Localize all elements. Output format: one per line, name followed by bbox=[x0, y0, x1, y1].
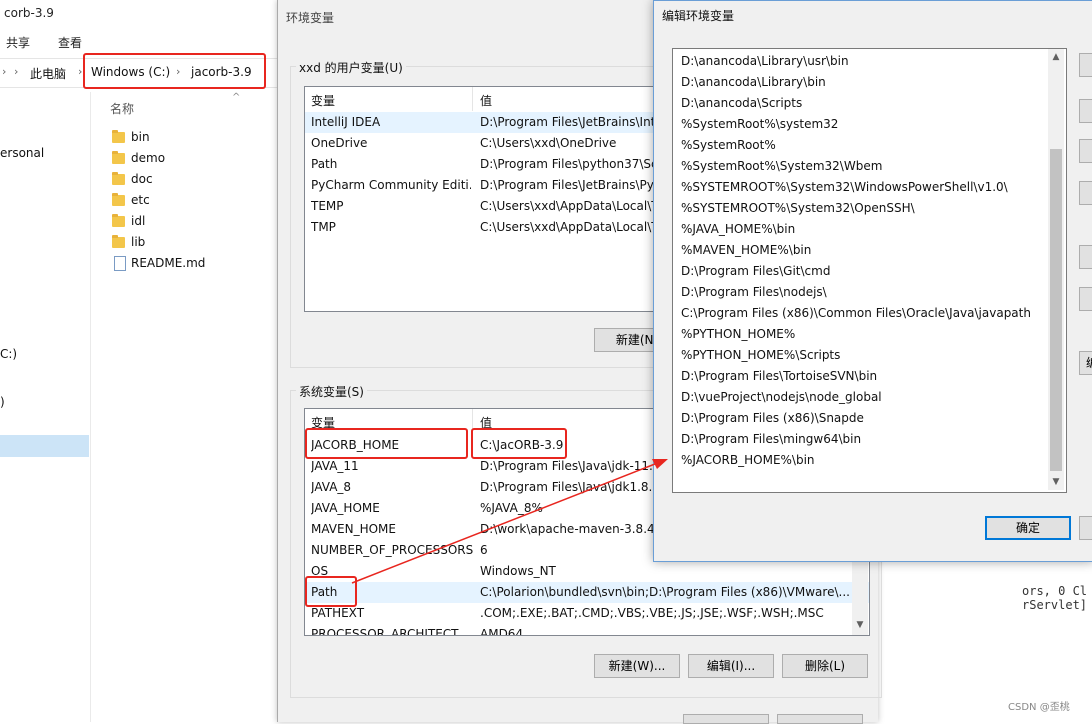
watermark: CSDN @歪桃 bbox=[1008, 702, 1070, 713]
annotation-arrow bbox=[351, 459, 668, 584]
arrow-line bbox=[351, 461, 661, 584]
